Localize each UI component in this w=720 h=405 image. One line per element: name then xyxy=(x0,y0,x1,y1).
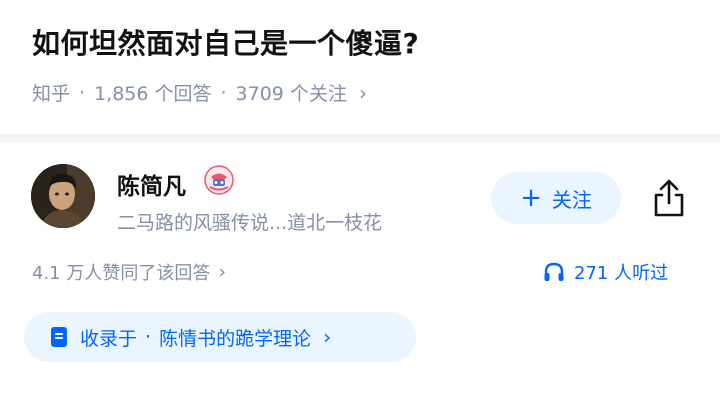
plus-icon: + xyxy=(520,183,542,213)
share-icon[interactable] xyxy=(650,178,688,218)
answers-count: 1,856 个回答 xyxy=(94,83,212,105)
chevron-right-icon: › xyxy=(218,261,226,283)
collection-link[interactable]: 收录于 · 陈情书的跪学理论 › xyxy=(24,312,416,362)
upvote-summary[interactable]: 4.1 万人赞同了该回答 › xyxy=(32,259,226,285)
follow-button[interactable]: + 关注 xyxy=(491,172,621,224)
question-source: 知乎 xyxy=(32,83,71,105)
collection-separator: · xyxy=(145,326,152,348)
upvote-count: 4.1 万人赞同了该回答 xyxy=(32,263,211,284)
collection-prefix: 收录于 xyxy=(80,327,138,350)
question-title[interactable]: 如何坦然面对自己是一个傻逼? xyxy=(32,22,419,62)
book-icon xyxy=(51,327,67,347)
meta-separator: · xyxy=(220,81,227,104)
meta-separator: · xyxy=(79,81,86,104)
avatar[interactable] xyxy=(31,164,95,228)
chevron-right-icon: › xyxy=(358,80,367,105)
author-name[interactable]: 陈简凡 xyxy=(117,167,186,201)
author-headline: 二马路的风骚传说...道北一枝花 xyxy=(117,212,383,234)
avatar-photo-icon xyxy=(31,164,95,228)
follow-label: 关注 xyxy=(551,187,592,212)
question-meta[interactable]: 知乎 · 1,856 个回答 · 3709 个关注 › xyxy=(32,79,367,106)
chevron-right-icon: › xyxy=(323,325,332,349)
listen-count[interactable]: 271 人听过 xyxy=(543,259,668,285)
question-header: 如何坦然面对自己是一个傻逼? 知乎 · 1,856 个回答 · 3709 个关注… xyxy=(0,0,720,134)
badge-icon xyxy=(204,165,234,195)
answer-card: 陈简凡 二马路的风骚传说...道北一枝花 + 关注 4.1 万人赞同了该回答 ›… xyxy=(0,142,720,405)
followers-count: 3709 个关注 xyxy=(235,83,347,105)
headphones-icon xyxy=(544,262,564,281)
collection-name: 陈情书的跪学理论 xyxy=(159,327,312,350)
listen-label: 271 人听过 xyxy=(574,263,669,284)
